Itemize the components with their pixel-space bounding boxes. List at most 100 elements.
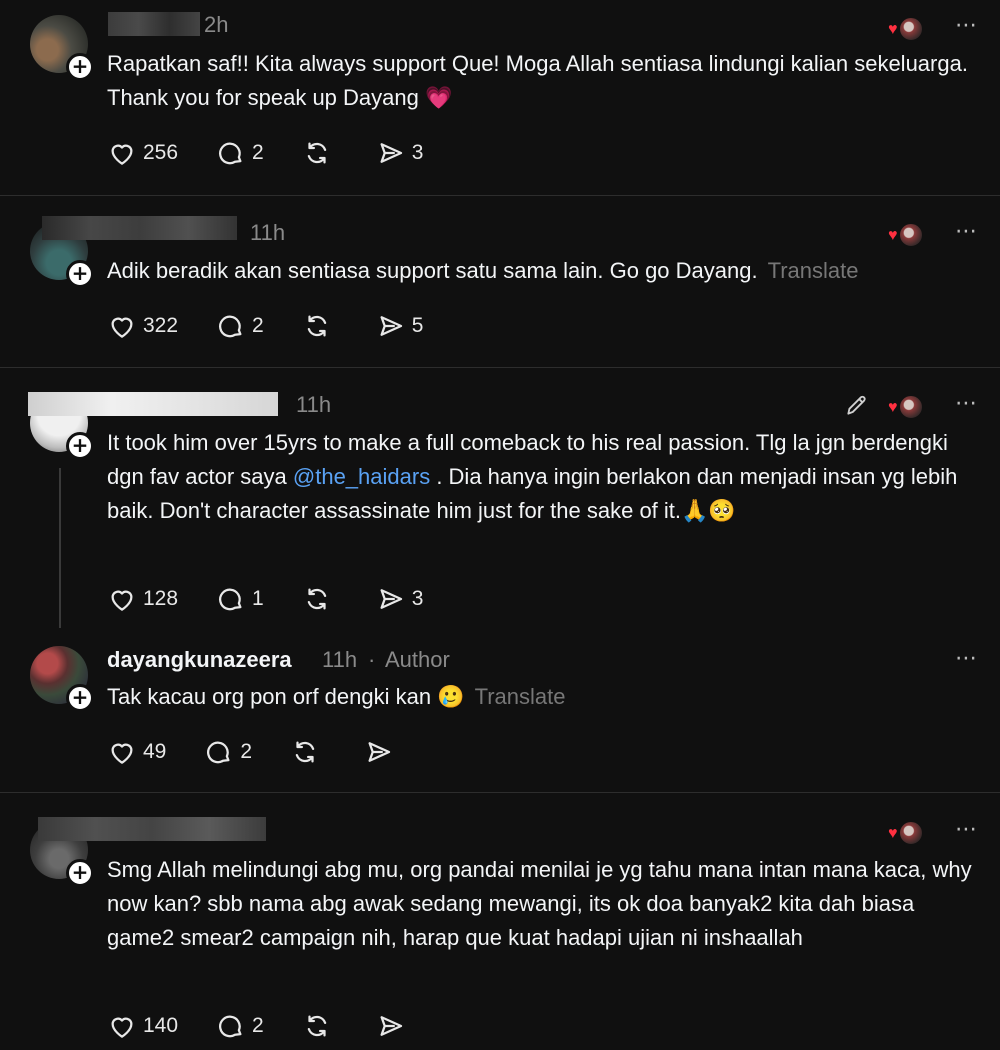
like-count: 49 xyxy=(143,740,167,763)
share-count: 3 xyxy=(411,587,424,610)
thread-post-5: + ♥ ⋯ Smg Allah melindungi abg mu, org p… xyxy=(0,793,1000,1050)
share-button[interactable] xyxy=(364,737,400,767)
like-button[interactable]: 128 xyxy=(107,584,178,614)
repost-icon xyxy=(307,588,326,610)
post-time: 11h xyxy=(322,647,358,672)
comment-icon xyxy=(219,315,242,338)
share-button[interactable]: 3 xyxy=(376,584,424,614)
thread-post-3: + 11h ♥ ⋯ It took him over 15yrs to make… xyxy=(0,368,1000,630)
pencil-icon[interactable] xyxy=(844,392,870,418)
heart-icon xyxy=(111,317,133,338)
like-count: 128 xyxy=(143,587,179,610)
comment-icon xyxy=(219,588,242,611)
like-button[interactable]: 140 xyxy=(107,1011,178,1041)
reply-button[interactable]: 2 xyxy=(216,311,264,341)
share-count: 5 xyxy=(411,314,424,337)
more-options-icon[interactable]: ⋯ xyxy=(955,645,978,671)
avatar xyxy=(898,16,924,42)
reply-count: 2 xyxy=(252,1014,264,1037)
blurred-username xyxy=(38,817,266,841)
repost-button[interactable] xyxy=(302,1011,338,1041)
action-bar: 49 2 xyxy=(107,736,438,768)
heart-icon xyxy=(111,144,133,165)
reply-button[interactable]: 2 xyxy=(216,138,264,168)
more-options-icon[interactable]: ⋯ xyxy=(955,390,978,416)
share-icon xyxy=(380,1016,402,1036)
blurred-username xyxy=(42,216,237,240)
share-count: 3 xyxy=(411,141,424,164)
follow-plus-icon[interactable]: + xyxy=(66,53,94,81)
like-button[interactable]: 49 xyxy=(107,737,166,767)
comment-icon xyxy=(219,1015,242,1038)
post-time: 2h xyxy=(204,12,229,37)
avatar xyxy=(898,222,924,248)
like-count: 322 xyxy=(143,314,179,337)
reply-count: 2 xyxy=(240,740,253,763)
heart-icon: ♥ xyxy=(888,399,898,416)
repost-icon xyxy=(307,315,326,337)
repost-icon xyxy=(307,142,326,164)
heart-icon: ♥ xyxy=(888,825,898,842)
share-button[interactable]: 3 xyxy=(376,138,424,168)
heart-icon xyxy=(111,743,133,764)
share-button[interactable]: 5 xyxy=(376,311,424,341)
post-text-content: Tak kacau org pon orf dengki kan 🥲 xyxy=(107,684,465,709)
follow-plus-icon[interactable]: + xyxy=(66,684,94,712)
avatar xyxy=(898,820,924,846)
share-icon xyxy=(380,316,402,336)
thread-post-1: + 2h ♥ ⋯ Rapatkan saf!! Kita always supp… xyxy=(0,0,1000,195)
repost-icon xyxy=(307,1015,326,1037)
repost-button[interactable] xyxy=(302,311,338,341)
liked-by-avatars[interactable]: ♥ xyxy=(888,394,924,420)
avatar[interactable]: + xyxy=(30,15,94,81)
more-options-icon[interactable]: ⋯ xyxy=(955,218,978,244)
blurred-username xyxy=(28,392,278,416)
action-bar: 128 1 3 xyxy=(107,583,461,615)
repost-button[interactable] xyxy=(302,138,338,168)
blurred-username xyxy=(108,12,200,36)
thread-line xyxy=(59,468,61,628)
repost-button[interactable] xyxy=(290,737,326,767)
post-text: Tak kacau org pon orf dengki kan 🥲 Transl… xyxy=(107,680,987,714)
post-text: It took him over 15yrs to make a full co… xyxy=(107,426,987,528)
thread-post-2: + 11h ♥ ⋯ Adik beradik akan sentiasa sup… xyxy=(0,196,1000,366)
avatar[interactable]: + xyxy=(30,646,94,712)
share-button[interactable] xyxy=(376,1011,412,1041)
action-bar: 140 2 xyxy=(107,1010,450,1042)
repost-icon xyxy=(295,741,315,763)
post-time: 11h xyxy=(250,220,286,245)
more-options-icon[interactable]: ⋯ xyxy=(955,12,978,38)
translate-link[interactable]: Translate xyxy=(475,684,566,709)
repost-button[interactable] xyxy=(302,584,338,614)
translate-link[interactable]: Translate xyxy=(768,258,859,283)
like-button[interactable]: 322 xyxy=(107,311,178,341)
mention-link[interactable]: @the_haidars xyxy=(293,464,430,489)
comment-icon xyxy=(219,142,242,165)
post-text: Adik beradik akan sentiasa support satu … xyxy=(107,254,987,288)
follow-plus-icon[interactable]: + xyxy=(66,260,94,288)
reply-button[interactable]: 2 xyxy=(204,737,252,767)
post-text-content: Adik beradik akan sentiasa support satu … xyxy=(107,258,758,283)
liked-by-avatars[interactable]: ♥ xyxy=(888,16,924,42)
reply-button[interactable]: 1 xyxy=(216,584,264,614)
post-time: 11h xyxy=(296,392,332,417)
share-icon xyxy=(368,742,391,762)
username[interactable]: dayangkunazeera xyxy=(107,647,292,673)
action-bar: 322 2 5 xyxy=(107,310,461,342)
reply-count: 1 xyxy=(252,587,264,610)
liked-by-avatars[interactable]: ♥ xyxy=(888,820,924,846)
share-icon xyxy=(380,589,402,609)
follow-plus-icon[interactable]: + xyxy=(66,859,94,887)
liked-by-avatars[interactable]: ♥ xyxy=(888,222,924,248)
more-options-icon[interactable]: ⋯ xyxy=(955,816,978,842)
follow-plus-icon[interactable]: + xyxy=(66,432,94,460)
heart-icon xyxy=(111,1017,133,1038)
post-text: Smg Allah melindungi abg mu, org pandai … xyxy=(107,857,972,950)
action-bar: 256 2 3 xyxy=(107,137,461,169)
share-icon xyxy=(380,143,402,163)
author-badge: Author xyxy=(385,647,450,672)
like-button[interactable]: 256 xyxy=(107,138,178,168)
reply-count: 2 xyxy=(252,314,264,337)
reply-count: 2 xyxy=(252,141,264,164)
reply-button[interactable]: 2 xyxy=(216,1011,264,1041)
